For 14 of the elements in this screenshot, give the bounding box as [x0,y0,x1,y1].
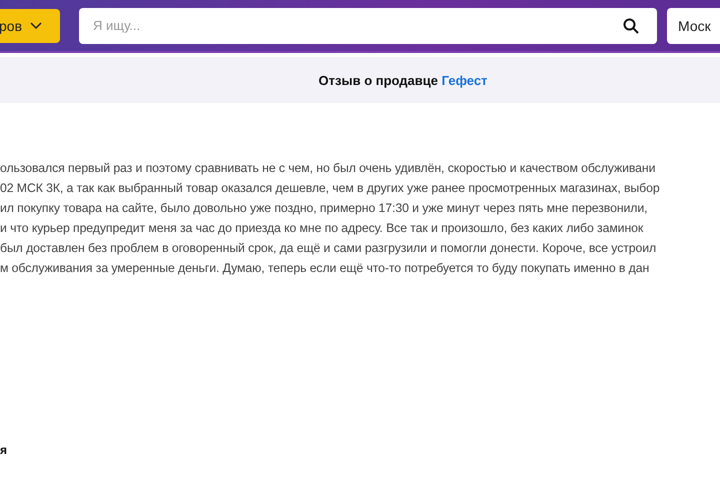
city-button[interactable]: Моск [667,8,720,44]
review-text-line: и что курьер предупредит меня за час до приезда ко мне по адресу. Все так и произошло, без каких либо заминок [0,220,644,237]
review-text-line: 02 МСК 3К, а так как выбранный товар оказался дешевле, чем в других уже ранее просмотренных магазинах, выбор [0,180,660,197]
seller-link[interactable]: Гефест [442,72,488,88]
review-title: Отзыв о продавце Гефест [318,72,488,88]
chevron-down-icon [30,22,42,30]
review-text-line: был доставлен без проблем в оговоренный срок, да ещё и сами разгрузили и помогли донести. Короче, все устроил [0,240,656,257]
review-text-line: ользовался первый раз и поэтому сравнивать не с чем, но был очень удивлён, скоростью и качеством обслуживани [0,160,656,177]
search-icon[interactable] [623,18,639,34]
search-field[interactable]: Я ищу... [79,8,657,44]
text-fragment: я [0,443,8,457]
catalog-button[interactable]: ров [0,8,60,42]
review-text-line: м обслуживания за умеренные деньги. Думаю, теперь если ещё что-то потребуется то буду покупать именно в дан [0,260,650,277]
review-text-line: ил покупку товара на сайте, было довольно уже поздно, примерно 17:30 и уже минут через пять мне перезвонили, [0,200,648,217]
